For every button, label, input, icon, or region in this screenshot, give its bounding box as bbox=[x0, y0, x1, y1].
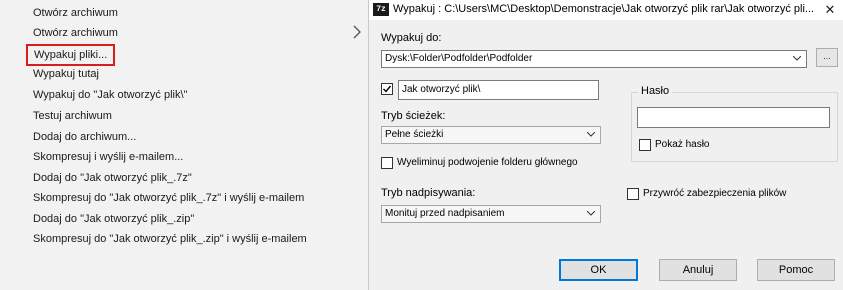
overwrite-mode-label: Tryb nadpisywania: bbox=[381, 187, 476, 199]
menu-item-compress-zip-email[interactable]: Skompresuj do "Jak otworzyć plik_.zip" i… bbox=[33, 230, 307, 248]
menu-item-extract-to-folder[interactable]: Wypakuj do "Jak otworzyć plik\" bbox=[33, 86, 187, 104]
show-password-checkbox[interactable] bbox=[639, 139, 651, 151]
menu-item-extract-here[interactable]: Wypakuj tutaj bbox=[33, 65, 99, 83]
extract-dialog: 7z Wypakuj : C:\Users\MC\Desktop\Demonst… bbox=[368, 0, 843, 290]
chevron-down-icon bbox=[587, 132, 595, 137]
checkmark-icon bbox=[383, 85, 392, 93]
eliminate-duplication-checkbox[interactable] bbox=[381, 157, 393, 169]
dialog-titlebar[interactable]: 7z Wypakuj : C:\Users\MC\Desktop\Demonst… bbox=[369, 0, 843, 20]
dialog-title: Wypakuj : C:\Users\MC\Desktop\Demonstrac… bbox=[393, 3, 813, 15]
password-group-label: Hasło bbox=[638, 85, 673, 97]
menu-item-add-to-7z[interactable]: Dodaj do "Jak otworzyć plik_.7z" bbox=[33, 169, 192, 187]
menu-item-open-archive-submenu[interactable]: Otwórz archiwum bbox=[33, 24, 118, 42]
extract-to-label: Wypakuj do: bbox=[381, 32, 442, 44]
menu-item-add-to-archive[interactable]: Dodaj do archiwum... bbox=[33, 128, 136, 146]
password-field[interactable] bbox=[637, 107, 830, 128]
path-mode-value: Pełne ścieżki bbox=[385, 129, 444, 140]
path-mode-select[interactable]: Pełne ścieżki bbox=[381, 126, 601, 144]
context-menu: Otwórz archiwum Otwórz archiwum Wypakuj … bbox=[0, 0, 368, 290]
extract-to-value: Dysk:\Folder\Podfolder\Podfolder bbox=[385, 53, 533, 64]
restore-security-checkbox[interactable] bbox=[627, 188, 639, 200]
cancel-button[interactable]: Anuluj bbox=[659, 259, 737, 281]
restore-security-label: Przywróć zabezpieczenia plików bbox=[643, 188, 787, 199]
extract-to-combobox[interactable]: Dysk:\Folder\Podfolder\Podfolder bbox=[381, 50, 807, 68]
menu-item-extract-files[interactable]: Wypakuj pliki... bbox=[26, 44, 116, 66]
menu-item-test-archive[interactable]: Testuj archiwum bbox=[33, 107, 112, 125]
ok-button[interactable]: OK bbox=[559, 259, 638, 281]
chevron-right-icon bbox=[353, 25, 361, 39]
chevron-down-icon bbox=[587, 211, 595, 216]
chevron-down-icon bbox=[793, 56, 801, 61]
close-button[interactable]: ✕ bbox=[820, 1, 840, 19]
subfolder-checkbox[interactable] bbox=[381, 83, 393, 95]
menu-item-open-archive[interactable]: Otwórz archiwum bbox=[33, 4, 118, 22]
help-button[interactable]: Pomoc bbox=[757, 259, 835, 281]
show-password-label: Pokaż hasło bbox=[655, 139, 710, 150]
path-mode-label: Tryb ścieżek: bbox=[381, 110, 446, 122]
menu-item-add-to-zip[interactable]: Dodaj do "Jak otworzyć plik_.zip" bbox=[33, 210, 194, 228]
overwrite-mode-select[interactable]: Monituj przed nadpisaniem bbox=[381, 205, 601, 223]
menu-item-compress-7z-email[interactable]: Skompresuj do "Jak otworzyć plik_.7z" i … bbox=[33, 189, 304, 207]
7zip-app-icon: 7z bbox=[373, 3, 389, 16]
browse-button[interactable]: ... bbox=[816, 48, 838, 67]
eliminate-duplication-label: Wyeliminuj podwojenie folderu głównego bbox=[397, 157, 578, 168]
menu-item-compress-and-email[interactable]: Skompresuj i wyślij e-mailem... bbox=[33, 148, 183, 166]
overwrite-mode-value: Monituj przed nadpisaniem bbox=[385, 208, 505, 219]
subfolder-name-field[interactable]: Jak otworzyć plik\ bbox=[398, 80, 599, 100]
